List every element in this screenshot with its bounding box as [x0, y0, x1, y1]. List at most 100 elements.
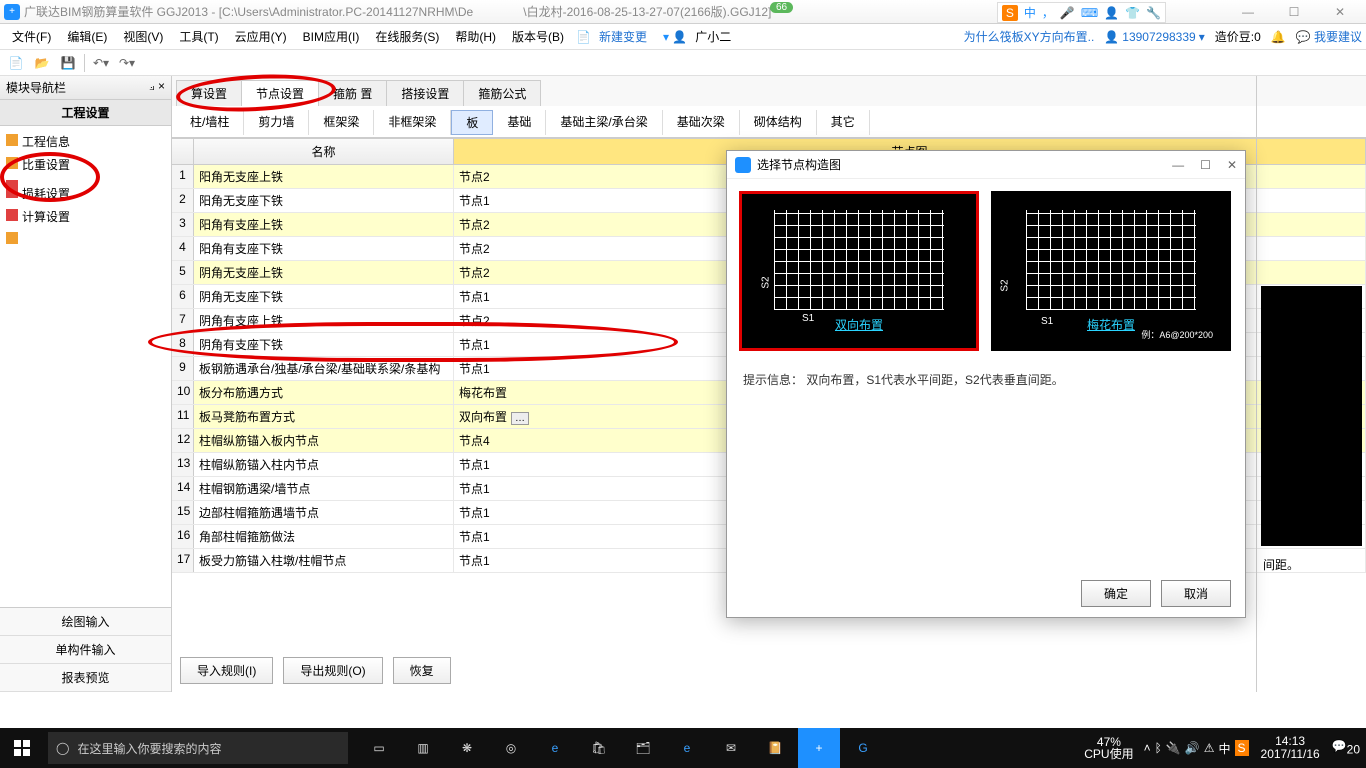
taskbar-mail-icon[interactable]: ✉ [710, 728, 752, 768]
tab-calc-settings[interactable]: 算设置 [176, 80, 242, 106]
taskbar-explorer-icon[interactable]: 🗂 [622, 728, 664, 768]
cpu-meter[interactable]: 47%CPU使用 [1078, 736, 1139, 760]
tray-bt-icon[interactable]: ᛒ [1155, 741, 1162, 755]
sidebar-tab-report[interactable]: 报表预览 [0, 664, 171, 692]
export-rules-button[interactable]: 导出规则(O) [283, 657, 382, 684]
tray-power-icon[interactable]: 🔌 [1166, 741, 1181, 755]
ime-toolbar[interactable]: S 中 ， 🎤 ⌨ 👤 👕 🔧 [997, 2, 1166, 23]
axis-s2b: S2 [1000, 279, 1011, 291]
menu-tools[interactable]: 工具(T) [171, 25, 226, 48]
tool-save-icon[interactable]: 💾 [58, 53, 78, 73]
tray-volume-icon[interactable]: 🔊 [1185, 741, 1200, 755]
tab2-shearwall[interactable]: 剪力墙 [244, 110, 309, 135]
menu-edit[interactable]: 编辑(E) [59, 25, 115, 48]
tab2-column[interactable]: 柱/墙柱 [176, 110, 244, 135]
tab-node-settings[interactable]: 节点设置 [241, 80, 319, 106]
taskbar-search[interactable]: ◯ 在这里输入你要搜索的内容 [48, 732, 348, 764]
menu-cloud[interactable]: 云应用(Y) [227, 25, 295, 48]
option-plum[interactable]: S2 S1 例：A6@200*200 梅花布置 [991, 191, 1231, 351]
dialog-minimize-button[interactable]: — [1172, 158, 1184, 172]
tool-undo-icon[interactable]: ↶▾ [91, 53, 111, 73]
nav-header: 模块导航栏⟓ × [0, 76, 171, 100]
tab2-slab[interactable]: 板 [451, 110, 493, 135]
ime-skin-icon[interactable]: 👕 [1125, 6, 1140, 20]
taskbar-app-g[interactable]: G [842, 728, 884, 768]
tray-notifications-icon[interactable]: 💬20 [1332, 739, 1360, 756]
ime-tool-icon[interactable]: 🔧 [1146, 6, 1161, 20]
menu-help[interactable]: 帮助(H) [447, 25, 504, 48]
tray-ime-lang[interactable]: 中 [1218, 740, 1230, 757]
option-label-1: 双向布置 [835, 316, 883, 333]
ime-user-icon[interactable]: 👤 [1104, 6, 1119, 20]
menu-view[interactable]: 视图(V) [115, 25, 171, 48]
ime-lang[interactable]: 中 [1024, 4, 1036, 21]
col-name[interactable]: 名称 [194, 139, 454, 164]
tab2-masonry[interactable]: 砌体结构 [740, 110, 817, 135]
tab2-nonframebeam[interactable]: 非框架梁 [374, 110, 451, 135]
tab2-fbeam2[interactable]: 基础次梁 [663, 110, 740, 135]
tool-new-icon[interactable]: 📄 [6, 53, 26, 73]
tray-net-icon[interactable]: ⚠ [1204, 741, 1215, 755]
dialog-maximize-button[interactable]: ☐ [1200, 158, 1211, 172]
row-name: 板马凳筋布置方式 [194, 405, 454, 428]
taskbar-store-icon[interactable]: 🛍 [578, 728, 620, 768]
import-rules-button[interactable]: 导入规则(I) [180, 657, 273, 684]
menu-bim[interactable]: BIM应用(I) [295, 25, 368, 48]
tray-ime-s[interactable]: S [1235, 740, 1249, 756]
tab-lap-settings[interactable]: 搭接设置 [386, 80, 464, 106]
dialog-cancel-button[interactable]: 取消 [1161, 580, 1231, 607]
dialog-ok-button[interactable]: 确定 [1081, 580, 1151, 607]
tab2-fbeam1[interactable]: 基础主梁/承台梁 [546, 110, 662, 135]
maximize-button[interactable]: ☐ [1280, 2, 1308, 22]
nav-item-loss[interactable]: 损耗设置 [2, 182, 169, 205]
current-user[interactable]: 广小二 [695, 28, 731, 45]
ime-punct[interactable]: ， [1042, 4, 1054, 21]
account-phone[interactable]: 👤 13907298339 ▾ [1104, 30, 1204, 44]
row-num: 15 [172, 501, 194, 524]
tab2-foundation[interactable]: 基础 [493, 110, 546, 135]
dialog-close-button[interactable]: ✕ [1227, 158, 1237, 172]
taskbar-app-circle[interactable]: ◎ [490, 728, 532, 768]
ellipsis-button[interactable]: … [511, 412, 529, 425]
tab-stirrup-settings[interactable]: 箍筋 置 [318, 80, 387, 106]
nav-item-project-info[interactable]: 工程信息 [2, 130, 169, 153]
pin-icon[interactable]: ⟓ × [149, 79, 165, 96]
nav-item-hidden2[interactable] [2, 228, 169, 234]
option-label-2: 梅花布置 [1087, 316, 1135, 333]
restore-button[interactable]: 恢复 [393, 657, 451, 684]
taskbar-edge-icon[interactable]: e [534, 728, 576, 768]
taskbar-ie-icon[interactable]: e [666, 728, 708, 768]
menu-file[interactable]: 文件(F) [4, 25, 59, 48]
sidebar-tab-single[interactable]: 单构件输入 [0, 636, 171, 664]
help-link[interactable]: 为什么筏板XY方向布置.. [964, 28, 1095, 45]
menu-online[interactable]: 在线服务(S) [367, 25, 447, 48]
tray-up-icon[interactable]: ˄ [1144, 741, 1151, 755]
start-button[interactable] [0, 728, 44, 768]
sidebar-tab-draw[interactable]: 绘图输入 [0, 608, 171, 636]
ime-mic-icon[interactable]: 🎤 [1060, 6, 1075, 20]
tab-stirrup-formula[interactable]: 箍筋公式 [463, 80, 541, 106]
taskbar-app-ggj[interactable]: + [798, 728, 840, 768]
taskbar-clock[interactable]: 14:132017/11/16 [1253, 735, 1328, 761]
taskbar-app-1[interactable]: ▥ [402, 728, 444, 768]
close-button[interactable]: ✕ [1326, 2, 1354, 22]
taskbar-app-swirl[interactable]: ❋ [446, 728, 488, 768]
tab2-other[interactable]: 其它 [817, 110, 870, 135]
feedback-button[interactable]: 💬 我要建议 [1296, 28, 1362, 45]
tab2-framebeam[interactable]: 框架梁 [309, 110, 374, 135]
task-view-icon[interactable]: ▭ [358, 728, 400, 768]
nav-section-title[interactable]: 工程设置 [0, 100, 171, 126]
taskbar-app-orange[interactable]: 📔 [754, 728, 796, 768]
option-bidirectional[interactable]: S2 S1 双向布置 [739, 191, 979, 351]
new-change-button[interactable]: 新建变更 [591, 25, 655, 48]
nav-item-weight[interactable]: 比重设置 [2, 153, 169, 176]
row-num: 14 [172, 477, 194, 500]
row-num: 8 [172, 333, 194, 356]
menu-version[interactable]: 版本号(B) [504, 25, 572, 48]
nav-item-calc[interactable]: 计算设置 [2, 205, 169, 228]
ime-keyboard-icon[interactable]: ⌨ [1081, 6, 1098, 20]
tool-redo-icon[interactable]: ↷▾ [117, 53, 137, 73]
row-num: 13 [172, 453, 194, 476]
minimize-button[interactable]: — [1234, 2, 1262, 22]
tool-open-icon[interactable]: 📂 [32, 53, 52, 73]
